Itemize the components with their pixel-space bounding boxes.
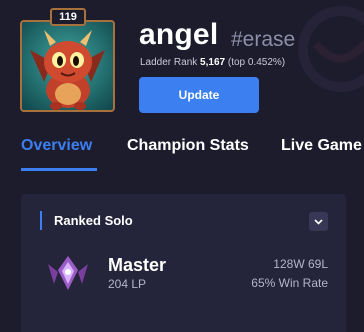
ladder-rank-percentile: (top 0.452%) bbox=[227, 57, 286, 68]
ranked-solo-title: Ranked Solo bbox=[54, 213, 133, 228]
level-badge: 119 bbox=[50, 8, 86, 26]
chevron-down-icon bbox=[314, 218, 323, 225]
little-dragon-avatar-icon bbox=[22, 22, 113, 110]
tab-overview[interactable]: Overview bbox=[21, 137, 92, 155]
win-rate: 65% Win Rate bbox=[251, 276, 328, 290]
active-tab-indicator bbox=[21, 168, 97, 171]
card-title-accent bbox=[40, 211, 42, 230]
background-logo-icon bbox=[298, 6, 364, 92]
ladder-rank-label: Ladder Rank bbox=[140, 57, 198, 68]
profile-page: 119 angel #erase Ladder Rank 5,167 (top … bbox=[0, 0, 364, 332]
rank-tier: Master bbox=[108, 255, 167, 275]
collapse-button[interactable] bbox=[309, 212, 328, 231]
summoner-tag: #erase bbox=[231, 28, 296, 51]
league-points: 204 LP bbox=[108, 277, 147, 291]
summoner-name: angel bbox=[139, 18, 219, 51]
update-button[interactable]: Update bbox=[139, 77, 259, 113]
master-emblem-icon bbox=[48, 256, 88, 290]
ladder-rank: Ladder Rank 5,167 (top 0.452%) bbox=[140, 57, 285, 68]
ladder-rank-value: 5,167 bbox=[200, 57, 226, 68]
summoner-avatar bbox=[20, 20, 115, 112]
win-loss-record: 128W 69L bbox=[273, 257, 328, 271]
tab-champion-stats[interactable]: Champion Stats bbox=[127, 137, 249, 155]
tab-live-game[interactable]: Live Game bbox=[281, 137, 362, 155]
